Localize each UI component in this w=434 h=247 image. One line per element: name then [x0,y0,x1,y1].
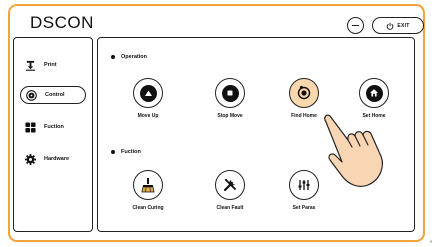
stop-move-button[interactable]: Stop Move [200,78,260,119]
exit-button[interactable]: EXIT [372,17,424,34]
bullet-icon [111,55,115,59]
button-label: Stop Move [217,113,243,119]
sidebar-item-hardware[interactable]: Hardware [20,150,86,168]
button-label: Clean Curing [132,205,164,211]
minimize-button[interactable] [347,17,364,34]
button-label: Set Paras [292,205,316,211]
clean-fault-button[interactable]: Clean Fault [200,170,260,211]
stop-icon [221,84,239,102]
grid-icon [24,121,36,133]
sidebar-item-control[interactable]: Control [20,86,86,104]
fuction-section-title: Fuction [111,149,141,155]
app-title: DSCON [30,13,94,32]
sidebar-item-print[interactable]: Print [20,56,86,74]
sidebar-item-label: Fuction [44,124,64,130]
tools-icon [223,179,236,192]
corner-mark: ◂ [428,239,432,245]
find-home-icon [297,85,311,100]
arrow-up-icon [139,84,157,102]
power-icon [387,22,394,30]
exit-label: EXIT [397,22,410,29]
sidebar-item-label: Control [45,92,65,98]
clean-curing-button[interactable]: Clean Curing [118,170,178,211]
print-icon [24,59,36,71]
bullet-icon [111,150,115,154]
button-label: Move Up [137,113,159,119]
sidebar-item-fuction[interactable]: Fuction [20,118,86,136]
sidebar-item-label: Print [44,62,57,68]
sliders-icon [298,180,310,190]
sidebar: Print Control Fuction Hardware [13,37,93,232]
button-label: Clean Fault [216,205,244,211]
brush-icon [141,178,155,193]
operation-section-title: Operation [111,54,147,60]
home-icon [365,84,383,102]
gear-icon [24,153,36,165]
sidebar-item-label: Hardware [44,156,70,162]
pointing-hand-icon [324,114,383,188]
move-up-button[interactable]: Move Up [118,78,178,119]
control-icon [25,89,37,101]
